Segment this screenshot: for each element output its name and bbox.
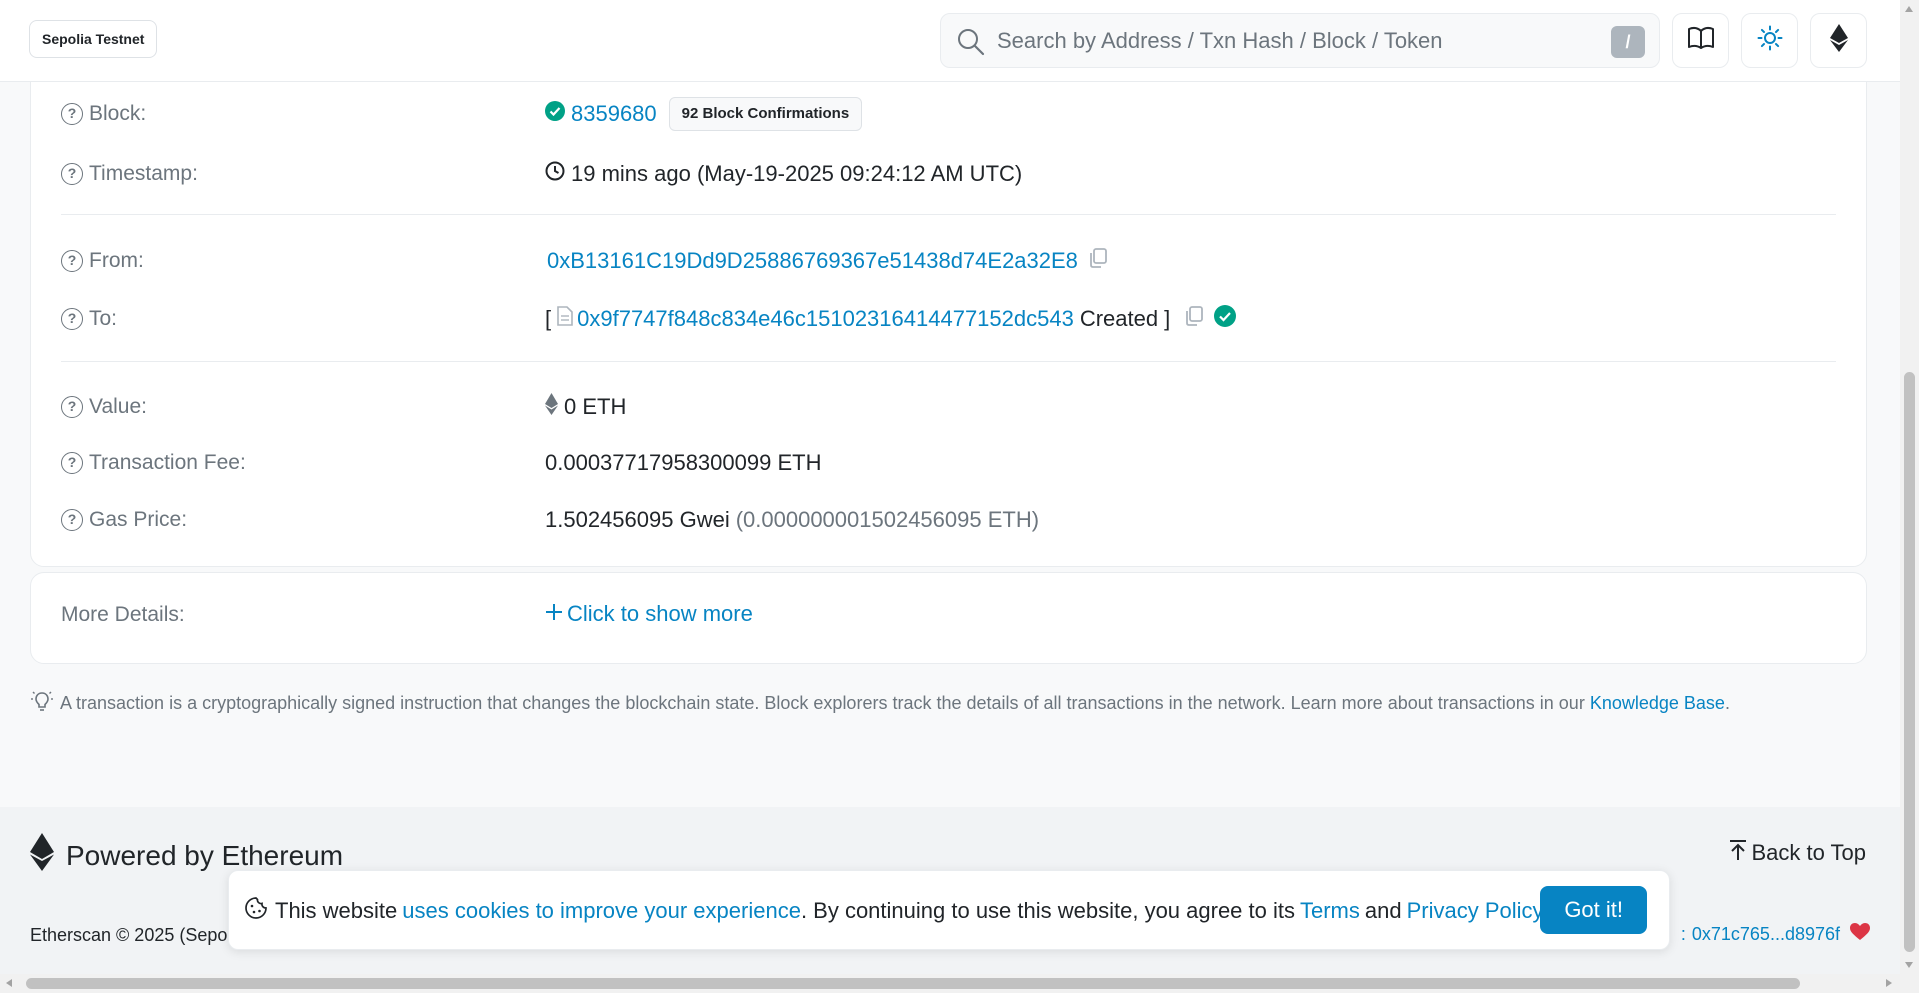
more-details-label: More Details: xyxy=(61,603,185,626)
created-label: Created xyxy=(1079,306,1159,331)
divider xyxy=(61,214,1836,215)
plus-icon xyxy=(545,601,563,627)
help-icon[interactable]: ? xyxy=(61,452,83,474)
donate-prefix: : xyxy=(1680,924,1686,944)
help-icon[interactable]: ? xyxy=(61,396,83,418)
back-to-top-link[interactable]: Back to Top xyxy=(1729,839,1866,867)
timestamp-value: 19 mins ago (May-19-2025 09:24:12 AM UTC… xyxy=(571,161,1023,186)
privacy-policy-link[interactable]: Privacy Policy xyxy=(1407,898,1544,924)
ethereum-icon xyxy=(545,393,558,421)
transaction-details-card: ? Block: 8359680 92 Block Confirmations ?… xyxy=(30,60,1867,567)
verified-check-icon xyxy=(1214,305,1237,333)
scroll-up-arrow[interactable] xyxy=(1905,6,1913,12)
terms-link[interactable]: Terms xyxy=(1300,898,1360,924)
help-icon[interactable]: ? xyxy=(61,308,83,330)
from-label: From: xyxy=(89,249,144,272)
cookie-text-1: This website xyxy=(275,898,398,923)
search-shortcut-key: / xyxy=(1611,26,1645,58)
ethereum-icon xyxy=(1829,24,1848,57)
value-amount: 0 ETH xyxy=(564,394,627,419)
timestamp-label: Timestamp: xyxy=(89,162,198,185)
vertical-scroll-thumb[interactable] xyxy=(1904,372,1915,952)
help-icon[interactable]: ? xyxy=(61,509,83,531)
check-circle-icon xyxy=(545,101,565,127)
ethereum-logo-icon xyxy=(30,833,54,878)
search-input[interactable] xyxy=(997,14,1537,67)
file-icon xyxy=(557,306,573,332)
arrow-up-icon xyxy=(1729,839,1747,867)
divider xyxy=(61,361,1836,362)
donate-address: 0x71c765...d8976f xyxy=(1691,924,1840,944)
clock-icon xyxy=(545,161,565,187)
copyright: Etherscan © 2025 (Sepo xyxy=(30,925,228,945)
cookie-text-2: . By continuing to use this website, you… xyxy=(800,898,1295,923)
gas-price-value: 1.502456095 Gwei xyxy=(545,507,730,532)
show-more-link[interactable]: Click to show more xyxy=(545,601,753,627)
to-contract-link[interactable]: 0x9f7747f848c834e46c15102316414477152dc5… xyxy=(577,306,1074,332)
gas-price-label: Gas Price: xyxy=(89,508,188,531)
from-row: ? From: 0xB13161C19Dd9D25886769367e51438d… xyxy=(61,241,1836,281)
block-confirmations-badge: 92 Block Confirmations xyxy=(668,97,863,131)
value-row: ? Value: 0 ETH xyxy=(61,387,1836,427)
cookie-policy-link[interactable]: uses cookies to improve your experience xyxy=(402,898,801,924)
theme-toggle-button[interactable] xyxy=(1741,13,1798,68)
lightbulb-icon xyxy=(30,690,54,717)
horizontal-scrollbar[interactable] xyxy=(0,974,1900,993)
scroll-right-arrow[interactable] xyxy=(1886,979,1892,987)
got-it-button[interactable]: Got it! xyxy=(1540,886,1647,934)
help-icon[interactable]: ? xyxy=(61,163,83,185)
gas-price-eth: (0.000000001502456095 ETH) xyxy=(735,507,1040,532)
sun-icon xyxy=(1757,25,1783,56)
info-note: A transaction is a cryptographically sig… xyxy=(30,690,1730,717)
block-row: ? Block: 8359680 92 Block Confirmations xyxy=(61,94,1836,134)
open-bracket: [ xyxy=(545,306,552,331)
vertical-scrollbar[interactable] xyxy=(1900,0,1919,993)
powered-by-text: Powered by Ethereum xyxy=(66,839,344,871)
network-switch-button[interactable] xyxy=(1810,13,1867,68)
from-address-link[interactable]: 0xB13161C19Dd9D25886769367e51438d74E2a32… xyxy=(547,248,1078,274)
cookie-and: and xyxy=(1364,898,1402,923)
close-bracket: ] xyxy=(1164,306,1171,331)
copy-icon[interactable] xyxy=(1184,306,1204,332)
timestamp-row: ? Timestamp: 19 mins ago (May-19-2025 09:… xyxy=(61,154,1836,194)
transaction-fee-row: ? Transaction Fee: 0.00037717958300099 ET… xyxy=(61,443,1836,483)
block-number-link[interactable]: 8359680 xyxy=(571,101,657,127)
header: Sepolia Testnet / xyxy=(0,0,1900,82)
search-box[interactable]: / xyxy=(940,13,1660,68)
transaction-fee-value: 0.00037717958300099 ETH xyxy=(545,450,822,475)
back-to-top-text: Back to Top xyxy=(1751,840,1866,865)
value-label: Value: xyxy=(89,395,147,418)
show-more-text: Click to show more xyxy=(567,601,753,626)
network-badge[interactable]: Sepolia Testnet xyxy=(29,20,158,58)
book-button[interactable] xyxy=(1672,13,1729,68)
donate-link[interactable]: : 0x71c765...d8976f xyxy=(1681,923,1870,946)
knowledge-base-link[interactable]: Knowledge Base xyxy=(1590,693,1725,714)
block-label: Block: xyxy=(89,102,147,125)
gas-price-row: ? Gas Price: 1.502456095 Gwei (0.00000000… xyxy=(61,500,1836,540)
copy-icon[interactable] xyxy=(1088,248,1108,274)
search-icon xyxy=(957,28,985,61)
book-icon xyxy=(1687,26,1715,55)
transaction-fee-label: Transaction Fee: xyxy=(89,451,246,474)
cookie-icon xyxy=(245,897,267,925)
scroll-left-arrow[interactable] xyxy=(6,979,12,987)
heart-icon xyxy=(1850,923,1870,946)
info-note-text: A transaction is a cryptographically sig… xyxy=(60,693,1585,713)
help-icon[interactable]: ? xyxy=(61,103,83,125)
info-note-end: . xyxy=(1724,693,1730,713)
to-row: ? To: [ 0x9f7747f848c834e46c1510231641447… xyxy=(61,299,1836,339)
scroll-down-arrow[interactable] xyxy=(1905,962,1913,968)
cookie-banner: This website uses cookies to improve you… xyxy=(228,870,1670,950)
horizontal-scroll-thumb[interactable] xyxy=(26,978,1800,989)
to-label: To: xyxy=(89,307,118,330)
help-icon[interactable]: ? xyxy=(61,250,83,272)
more-details-card: More Details: Click to show more xyxy=(30,572,1867,664)
